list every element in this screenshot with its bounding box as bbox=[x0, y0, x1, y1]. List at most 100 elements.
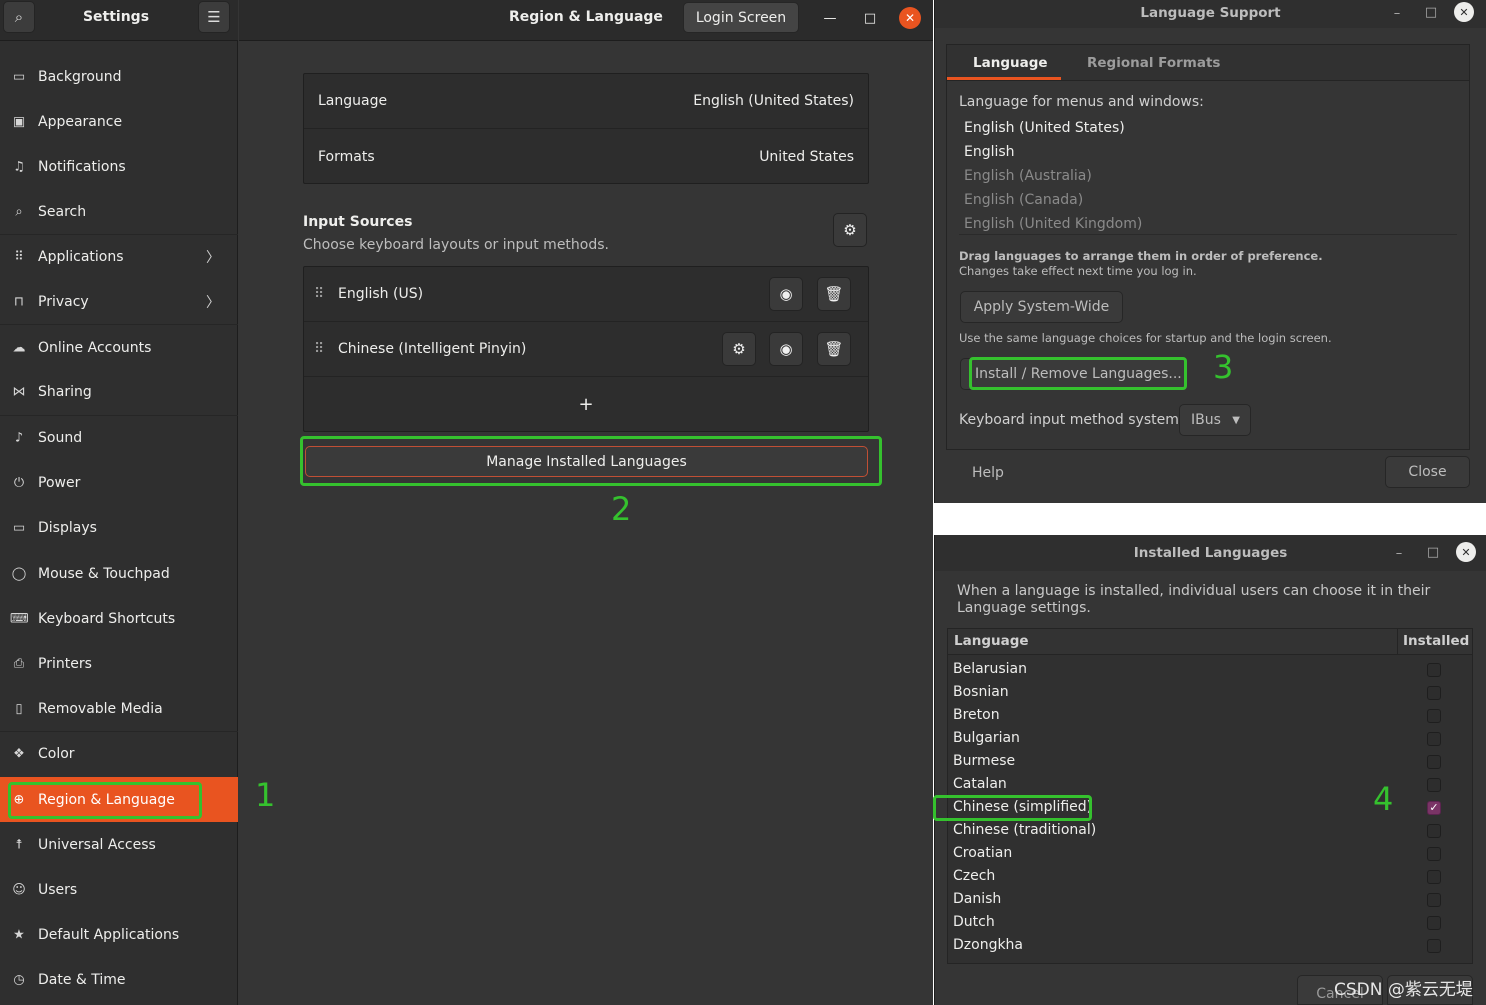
login-screen-button[interactable]: Login Screen bbox=[683, 2, 799, 33]
installed-checkbox[interactable] bbox=[1427, 686, 1441, 700]
language-list-item[interactable]: English bbox=[964, 144, 1015, 160]
close-button[interactable]: ✕ bbox=[899, 7, 921, 29]
installed-checkbox[interactable]: ✓ bbox=[1427, 801, 1441, 815]
close-button[interactable]: ✕ bbox=[1456, 542, 1476, 562]
input-source-row[interactable]: ⠿ Chinese (Intelligent Pinyin) ⚙ ◉ 🗑 bbox=[304, 322, 868, 377]
input-method-select[interactable]: IBus ▼ bbox=[1179, 404, 1251, 436]
minimize-button[interactable]: – bbox=[1388, 542, 1410, 564]
table-row[interactable]: Dzongkha bbox=[948, 935, 1472, 958]
close-button[interactable]: ✕ bbox=[1454, 2, 1474, 22]
sidebar-item-background[interactable]: ▭ Background bbox=[0, 54, 238, 99]
table-row[interactable]: Chinese (simplified) ✓ bbox=[948, 797, 1472, 820]
gear-icon: ⚙ bbox=[732, 340, 746, 358]
sidebar-item-users[interactable]: ☺ Users bbox=[0, 867, 238, 912]
table-row[interactable]: Czech bbox=[948, 866, 1472, 889]
column-divider bbox=[1397, 629, 1398, 655]
sidebar-item-label: Displays bbox=[38, 520, 97, 537]
apply-system-wide-button[interactable]: Apply System-Wide bbox=[960, 291, 1123, 323]
table-row[interactable]: Dutch bbox=[948, 912, 1472, 935]
sidebar-item-label: Notifications bbox=[38, 158, 126, 175]
installed-checkbox[interactable] bbox=[1427, 709, 1441, 723]
preview-button[interactable]: ◉ bbox=[769, 332, 803, 366]
installed-checkbox[interactable] bbox=[1427, 916, 1441, 930]
tab-language[interactable]: Language bbox=[973, 55, 1048, 71]
input-sources-options-button[interactable]: ⚙ bbox=[833, 213, 867, 247]
help-button[interactable]: Help bbox=[972, 465, 1004, 481]
sidebar-item-search[interactable]: ⌕ Search bbox=[0, 190, 238, 235]
remove-button[interactable]: 🗑 bbox=[817, 277, 851, 311]
watermark: CSDN @紫云无堤 bbox=[1334, 980, 1473, 1000]
table-row[interactable]: Belarusian bbox=[948, 659, 1472, 682]
sidebar-item-sound[interactable]: ♪ Sound bbox=[0, 416, 238, 461]
language-list-item[interactable]: English (United States) bbox=[964, 120, 1125, 136]
column-installed[interactable]: Installed bbox=[1403, 633, 1469, 649]
table-row[interactable]: Burmese bbox=[948, 751, 1472, 774]
sidebar-item-printers[interactable]: ⎙ Printers bbox=[0, 641, 238, 686]
installed-checkbox[interactable] bbox=[1427, 732, 1441, 746]
installed-checkbox[interactable] bbox=[1427, 778, 1441, 792]
table-row[interactable]: Breton bbox=[948, 705, 1472, 728]
sidebar-item-keyboard-shortcuts[interactable]: ⌨ Keyboard Shortcuts bbox=[0, 596, 238, 641]
input-source-settings-button[interactable]: ⚙ bbox=[722, 332, 756, 366]
close-dialog-button[interactable]: Close bbox=[1385, 456, 1470, 488]
table-row[interactable]: Bosnian bbox=[948, 682, 1472, 705]
sidebar-item-power[interactable]: ⏻ Power bbox=[0, 461, 238, 506]
drag-handle-icon[interactable]: ⠿ bbox=[314, 341, 324, 357]
sidebar-item-mouse-touchpad[interactable]: ◯ Mouse & Touchpad bbox=[0, 551, 238, 596]
tab-regional-formats[interactable]: Regional Formats bbox=[1087, 55, 1220, 71]
sidebar-item-default-applications[interactable]: ★ Default Applications bbox=[0, 913, 238, 958]
language-name: Danish bbox=[953, 891, 1002, 907]
sidebar-item-applications[interactable]: ⠿ Applications 〉 bbox=[0, 235, 238, 280]
sidebar-item-appearance[interactable]: ▣ Appearance bbox=[0, 99, 238, 144]
input-sources-subtitle: Choose keyboard layouts or input methods… bbox=[303, 237, 609, 253]
table-row[interactable]: Catalan bbox=[948, 774, 1472, 797]
language-name: Dzongkha bbox=[953, 937, 1024, 953]
menu-button[interactable]: ☰ bbox=[198, 1, 230, 33]
installed-checkbox[interactable] bbox=[1427, 824, 1441, 838]
sidebar-item-sharing[interactable]: ⋈ Sharing bbox=[0, 370, 238, 416]
language-row[interactable]: Language English (United States) bbox=[304, 74, 868, 129]
sidebar-item-color[interactable]: ❖ Color bbox=[0, 732, 238, 777]
installed-checkbox[interactable] bbox=[1427, 893, 1441, 907]
language-name: Dutch bbox=[953, 914, 995, 930]
minimize-button[interactable]: – bbox=[1386, 2, 1408, 24]
sidebar-item-date-time[interactable]: ◷ Date & Time bbox=[0, 958, 238, 1003]
maximize-button[interactable]: □ bbox=[859, 7, 881, 29]
sidebar-item-region-language[interactable]: ⊕ Region & Language bbox=[0, 777, 238, 823]
search-button[interactable]: ⌕ bbox=[3, 1, 35, 33]
installed-checkbox[interactable] bbox=[1427, 663, 1441, 677]
manage-installed-languages-button[interactable]: Manage Installed Languages bbox=[305, 446, 868, 477]
column-language[interactable]: Language bbox=[954, 633, 1029, 649]
table-row[interactable]: Croatian bbox=[948, 843, 1472, 866]
sidebar-item-notifications[interactable]: ♫ Notifications bbox=[0, 144, 238, 189]
hamburger-icon: ☰ bbox=[207, 8, 221, 26]
drag-handle-icon[interactable]: ⠿ bbox=[314, 286, 324, 302]
installed-checkbox[interactable] bbox=[1427, 847, 1441, 861]
sidebar-item-privacy[interactable]: ⊓ Privacy 〉 bbox=[0, 280, 238, 326]
sidebar-item-universal-access[interactable]: ☨ Universal Access bbox=[0, 822, 238, 867]
input-source-row[interactable]: ⠿ English (US) ◉ 🗑 bbox=[304, 267, 868, 322]
preview-button[interactable]: ◉ bbox=[769, 277, 803, 311]
installed-checkbox[interactable] bbox=[1427, 870, 1441, 884]
sidebar-item-removable-media[interactable]: ▯ Removable Media bbox=[0, 687, 238, 732]
sidebar-item-label: Sharing bbox=[38, 384, 92, 401]
installed-checkbox[interactable] bbox=[1427, 755, 1441, 769]
language-list-item[interactable]: English (Canada) bbox=[964, 192, 1083, 208]
install-remove-languages-button[interactable]: Install / Remove Languages... bbox=[960, 358, 1186, 390]
language-list-item[interactable]: English (United Kingdom) bbox=[964, 216, 1142, 232]
maximize-button[interactable]: □ bbox=[1420, 1, 1442, 23]
sidebar-item-displays[interactable]: ▭ Displays bbox=[0, 506, 238, 551]
table-row[interactable]: Bulgarian bbox=[948, 728, 1472, 751]
table-row[interactable]: Danish bbox=[948, 889, 1472, 912]
installed-checkbox[interactable] bbox=[1427, 939, 1441, 953]
table-row[interactable]: Chinese (traditional) bbox=[948, 820, 1472, 843]
remove-button[interactable]: 🗑 bbox=[817, 332, 851, 366]
language-list-item[interactable]: English (Australia) bbox=[964, 168, 1092, 184]
chevron-right-icon: 〉 bbox=[206, 250, 220, 267]
minimize-button[interactable]: — bbox=[819, 7, 841, 29]
apps-grid-icon: ⠿ bbox=[14, 249, 24, 265]
maximize-button[interactable]: □ bbox=[1422, 541, 1444, 563]
sidebar-item-online-accounts[interactable]: ☁ Online Accounts bbox=[0, 325, 238, 370]
add-input-source-button[interactable]: + bbox=[304, 377, 868, 432]
formats-row[interactable]: Formats United States bbox=[304, 129, 868, 184]
